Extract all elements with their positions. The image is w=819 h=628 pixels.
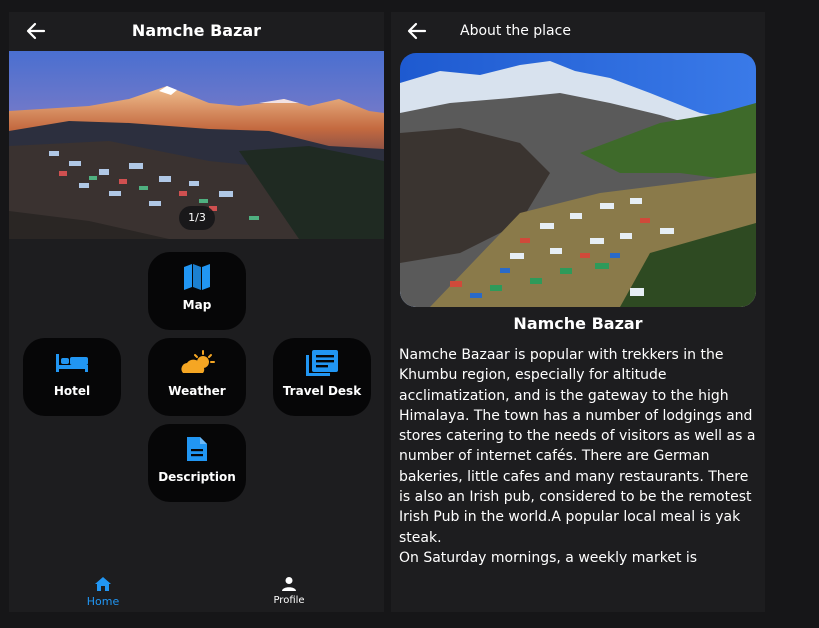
image-pager-indicator: 1/3	[179, 206, 215, 230]
place-image-carousel[interactable]: 1/3	[9, 51, 384, 239]
map-icon	[148, 262, 246, 292]
nav-profile[interactable]: Profile	[249, 572, 329, 612]
arrow-back-icon	[407, 22, 427, 40]
nav-profile-label: Profile	[273, 595, 305, 606]
home-icon	[63, 575, 143, 593]
place-name: Namche Bazar	[513, 314, 643, 333]
back-button[interactable]	[405, 20, 429, 42]
travel-desk-icon	[273, 348, 371, 378]
bottom-navigation: Home Profile	[9, 572, 384, 612]
home-screen: Namche Bazar 1/3 Map Hotel Weather Trave…	[9, 12, 384, 612]
travel-desk-label: Travel Desk	[282, 384, 362, 398]
travel-desk-button[interactable]: Travel Desk	[273, 338, 371, 416]
hotel-button[interactable]: Hotel	[23, 338, 121, 416]
weather-label: Weather	[168, 384, 226, 398]
place-image	[400, 53, 756, 307]
nav-home[interactable]: Home	[63, 572, 143, 612]
hotel-bed-icon	[23, 348, 121, 378]
page-title: Namche Bazar	[131, 21, 262, 40]
description-label: Description	[158, 470, 236, 484]
description-paragraph: On Saturday mornings, a weekly market is	[399, 549, 698, 566]
page-title: About the place	[460, 23, 571, 39]
description-button[interactable]: Description	[148, 424, 246, 502]
about-place-screen: About the place Namche Bazar Namche Baza…	[391, 12, 765, 612]
person-icon	[249, 575, 329, 593]
app-bar: About the place	[391, 12, 765, 50]
description-icon	[148, 434, 246, 464]
nav-home-label: Home	[86, 595, 120, 608]
map-button[interactable]: Map	[148, 252, 246, 330]
app-bar: Namche Bazar	[9, 12, 384, 50]
weather-button[interactable]: Weather	[148, 338, 246, 416]
description-paragraph: Namche Bazaar is popular with trekkers i…	[399, 347, 756, 546]
map-label: Map	[182, 298, 212, 312]
place-description: Namche Bazaar is popular with trekkers i…	[399, 345, 761, 568]
weather-icon	[148, 348, 246, 378]
hotel-label: Hotel	[53, 384, 91, 398]
mountain-village-image	[400, 53, 756, 307]
